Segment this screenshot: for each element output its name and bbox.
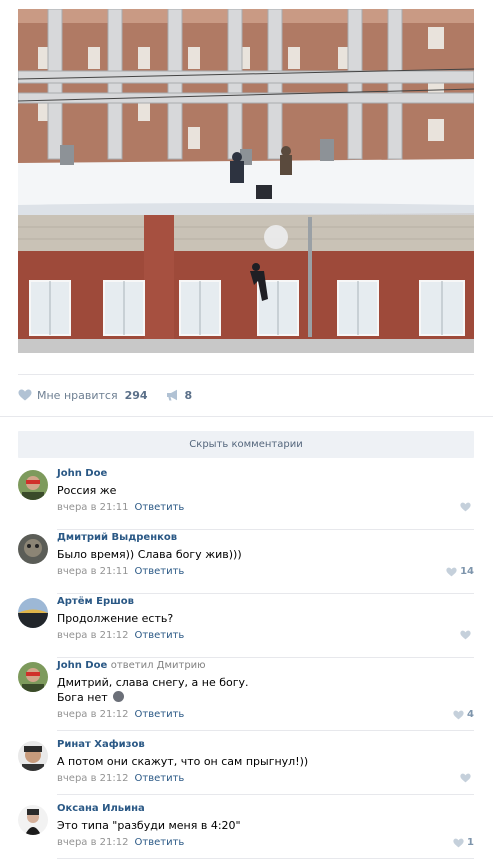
comment: Дмитрий Выдренков Было время)) Слава бог… — [18, 531, 474, 594]
divider — [18, 374, 474, 375]
comment-author[interactable]: Оксана Ильина — [57, 802, 474, 816]
divider — [57, 529, 474, 530]
avatar[interactable] — [18, 598, 48, 628]
comment-author[interactable]: Ринат Хафизов — [57, 738, 474, 752]
comment-text-line2: Бога нет — [57, 690, 474, 705]
comment-like-button[interactable] — [460, 502, 474, 512]
comment-like-count: 4 — [467, 709, 474, 720]
comment-meta: вчера в 21:11 Ответить — [57, 565, 474, 579]
comment-meta: вчера в 21:11 Ответить — [57, 501, 474, 515]
comment-text: Продолжение есть? — [57, 612, 174, 625]
comment-text: А потом они скажут, что он сам прыгнул!)… — [57, 755, 309, 768]
reply-button[interactable]: Ответить — [135, 630, 185, 641]
reply-button[interactable]: Ответить — [135, 502, 185, 513]
heart-icon — [460, 630, 471, 640]
comment-like-button[interactable] — [460, 773, 474, 783]
post-actions: Мне нравится 294 8 — [18, 386, 192, 404]
avatar[interactable] — [18, 470, 48, 500]
avatar[interactable] — [18, 662, 48, 692]
comment: John Doe ответил Дмитрию Дмитрий, слава … — [18, 659, 474, 737]
comment-time[interactable]: вчера в 21:12 — [57, 837, 129, 848]
comment-like-button[interactable]: 14 — [446, 566, 474, 577]
comment-author[interactable]: John Doe — [57, 467, 474, 481]
heart-icon — [460, 502, 471, 512]
like-button[interactable]: Мне нравится 294 — [18, 389, 148, 402]
reply-button[interactable]: Ответить — [135, 837, 185, 848]
hide-comments-button[interactable]: Скрыть комментарии — [18, 431, 474, 458]
heart-icon — [453, 838, 464, 847]
heart-icon — [453, 710, 464, 719]
comment-meta: вчера в 21:12 Ответить — [57, 836, 474, 850]
like-label: Мне нравится — [37, 388, 118, 402]
comment-text: Было время)) Слава богу жив))) — [57, 548, 242, 561]
comment-like-count: 1 — [467, 837, 474, 848]
comment-text: Это типа "разбуди меня в 4:20" — [57, 819, 241, 832]
comment-meta: вчера в 21:12 Ответить — [57, 708, 474, 722]
comment: Артём Ершов Продолжение есть? вчера в 21… — [18, 595, 474, 658]
avatar[interactable] — [18, 741, 48, 771]
avatar[interactable] — [18, 534, 48, 564]
emoji-icon — [113, 691, 125, 702]
divider — [57, 593, 474, 594]
post-photo[interactable] — [18, 9, 474, 353]
comment-text: Россия же — [57, 484, 117, 497]
comment-author[interactable]: Дмитрий Выдренков — [57, 531, 474, 545]
reply-button[interactable]: Ответить — [135, 566, 185, 577]
divider — [57, 730, 474, 731]
comment-author[interactable]: Артём Ершов — [57, 595, 474, 609]
comment-text: Дмитрий, слава снегу, а не богу. — [57, 676, 249, 689]
reply-to-label[interactable]: ответил Дмитрию — [111, 660, 206, 671]
comment-like-count: 14 — [460, 566, 474, 577]
divider — [0, 416, 493, 417]
divider — [57, 794, 474, 795]
like-count: 294 — [124, 388, 148, 402]
divider — [57, 858, 474, 859]
comment-time[interactable]: вчера в 21:12 — [57, 773, 129, 784]
comment-time[interactable]: вчера в 21:12 — [57, 630, 129, 641]
divider — [57, 657, 474, 658]
heart-icon — [18, 389, 32, 401]
comment-like-button[interactable] — [460, 630, 474, 640]
share-button[interactable]: 8 — [166, 388, 193, 402]
comment: Ринат Хафизов А потом они скажут, что он… — [18, 738, 474, 800]
heart-icon — [446, 567, 457, 576]
comment-like-button[interactable]: 1 — [453, 837, 474, 848]
comment-like-button[interactable]: 4 — [453, 709, 474, 720]
comment-author[interactable]: John Doe ответил Дмитрию — [57, 659, 474, 673]
reply-button[interactable]: Ответить — [135, 709, 185, 720]
avatar[interactable] — [18, 805, 48, 835]
comment-time[interactable]: вчера в 21:11 — [57, 566, 129, 577]
comment: John Doe Россия же вчера в 21:11 Ответить — [18, 467, 474, 530]
reply-button[interactable]: Ответить — [135, 773, 185, 784]
comment: Оксана Ильина Это типа "разбуди меня в 4… — [18, 802, 474, 862]
comment-meta: вчера в 21:12 Ответить — [57, 772, 474, 786]
comment-meta: вчера в 21:12 Ответить — [57, 629, 474, 643]
comment-time[interactable]: вчера в 21:12 — [57, 709, 129, 720]
share-count: 8 — [184, 388, 193, 402]
heart-icon — [460, 773, 471, 783]
megaphone-icon — [166, 389, 177, 401]
comment-time[interactable]: вчера в 21:11 — [57, 502, 129, 513]
